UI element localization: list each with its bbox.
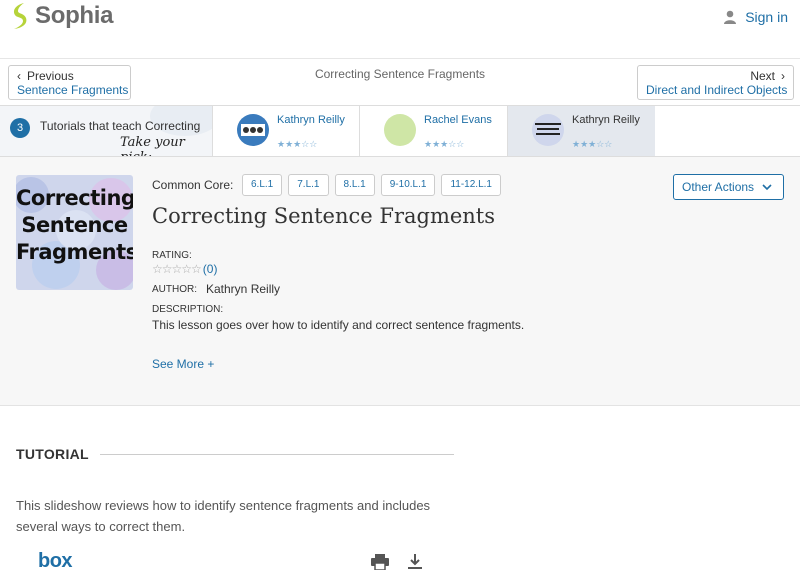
sophia-logo[interactable]: Sophia: [10, 2, 114, 30]
logo-text: Sophia: [35, 2, 114, 29]
common-core-tag[interactable]: 6.L.1: [242, 174, 283, 196]
print-icon: [371, 554, 389, 571]
tutorial-description: This slideshow reviews how to identify s…: [16, 498, 431, 534]
author-label: AUTHOR:: [152, 284, 197, 295]
divider: [100, 454, 454, 455]
tutorial-option-1[interactable]: Kathryn Reilly ★★★☆☆: [212, 106, 359, 156]
download-icon: [408, 554, 422, 569]
common-core-tags: 6.L.1 7.L.1 8.L.1 9-10.L.1 11-12.L.1: [242, 174, 501, 196]
tutorial-heading: TUTORIAL: [16, 446, 89, 462]
rating-label: RATING:: [152, 250, 192, 261]
sign-in-link[interactable]: Sign in: [723, 9, 788, 25]
common-core-label: Common Core:: [152, 178, 234, 192]
tutorial-rating-stars: ★★★☆☆: [424, 139, 465, 149]
see-more-link[interactable]: See More +: [152, 357, 214, 371]
previous-button[interactable]: ‹ Previous Sentence Fragments: [8, 65, 131, 100]
top-header: Sophia Sign in: [0, 0, 800, 36]
tutorial-author: Kathryn Reilly: [572, 114, 640, 126]
rating-widget[interactable]: ☆☆☆☆☆ (0): [152, 262, 217, 276]
tutorial-thumbnail: [384, 114, 416, 146]
tutorial-thumbnail: [532, 114, 564, 146]
take-your-pick-label: Take your pick:: [120, 135, 185, 156]
next-button[interactable]: Next › Direct and Indirect Objects: [637, 65, 794, 100]
cover-text: Correcting Sentence Fragments: [16, 186, 133, 264]
common-core-tag[interactable]: 8.L.1: [334, 174, 375, 196]
tutorial-option-2[interactable]: Rachel Evans ★★★☆☆: [359, 106, 507, 156]
tutorials-strip-text: Tutorials that teach Correcting Sentence…: [40, 119, 200, 133]
rating-stars[interactable]: ☆☆☆☆☆: [152, 262, 202, 276]
chevron-right-icon: ›: [781, 69, 785, 83]
tutorial-thumbnail: [237, 114, 269, 146]
chevron-down-icon: [762, 184, 772, 191]
rating-count[interactable]: (0): [203, 262, 218, 276]
lesson-cover-image: Correcting Sentence Fragments: [16, 175, 133, 290]
tutorial-author: Kathryn Reilly: [277, 114, 345, 126]
tutorial-count-badge: 3: [10, 118, 30, 138]
sign-in-label: Sign in: [745, 9, 788, 25]
chevron-left-icon: ‹: [17, 69, 21, 83]
next-link[interactable]: Direct and Indirect Objects: [646, 83, 787, 97]
other-actions-label: Other Actions: [682, 180, 755, 194]
lesson-description: This lesson goes over how to identify an…: [152, 318, 525, 332]
other-actions-button[interactable]: Other Actions: [673, 174, 784, 200]
author-name: Kathryn Reilly: [206, 282, 281, 296]
print-button[interactable]: [371, 554, 389, 575]
tutorial-rating-stars: ★★★☆☆: [277, 139, 318, 149]
tutorials-strip-intro: 3 Tutorials that teach Correcting Senten…: [0, 106, 212, 156]
box-logo: box: [38, 550, 73, 572]
sophia-logo-icon: [14, 3, 27, 29]
tutorial-rating-stars: ★★★☆☆: [572, 139, 613, 149]
previous-label: Previous: [27, 69, 74, 83]
common-core-tag[interactable]: 11-12.L.1: [441, 174, 501, 196]
common-core-tag[interactable]: 7.L.1: [288, 174, 329, 196]
description-label: DESCRIPTION:: [152, 304, 224, 315]
user-icon: [724, 10, 737, 24]
tutorial-author: Rachel Evans: [424, 114, 492, 126]
next-label: Next: [750, 69, 775, 83]
tutorials-strip: 3 Tutorials that teach Correcting Senten…: [0, 105, 800, 157]
tutorial-option-3-selected[interactable]: Kathryn Reilly ★★★☆☆: [507, 106, 655, 156]
previous-link[interactable]: Sentence Fragments: [17, 83, 128, 97]
lesson-title: Correcting Sentence Fragments: [152, 204, 496, 228]
download-button[interactable]: [408, 554, 422, 575]
tutorial-nav: Correcting Sentence Fragments ‹ Previous …: [0, 58, 800, 106]
common-core-tag[interactable]: 9-10.L.1: [380, 174, 436, 196]
lesson-info-panel: Correcting Sentence Fragments Common Cor…: [0, 157, 800, 406]
